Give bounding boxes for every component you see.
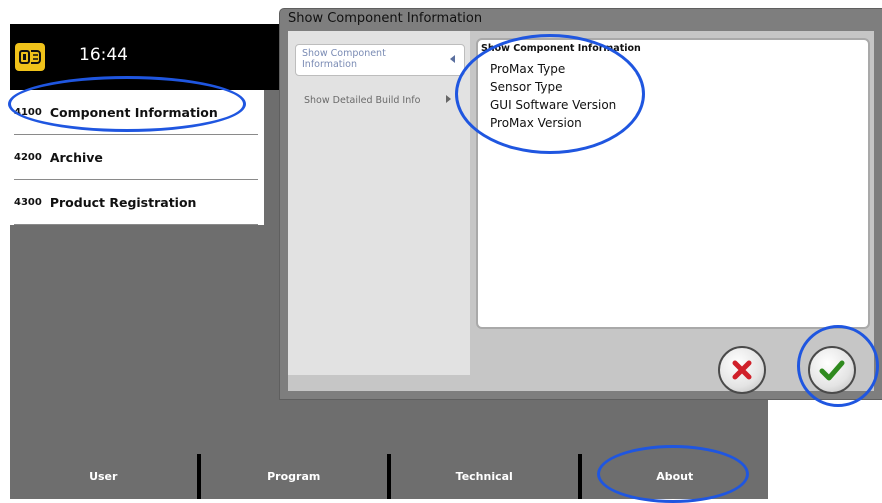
- ok-button[interactable]: [808, 346, 856, 394]
- dialog-title: Show Component Information: [288, 11, 483, 26]
- clock: 16:44: [79, 45, 128, 65]
- info-line: GUI Software Version: [490, 98, 617, 112]
- cancel-button[interactable]: [718, 346, 766, 394]
- info-line: ProMax Type: [490, 62, 566, 76]
- info-panel: Show Component Information ProMax Type S…: [476, 38, 870, 329]
- tab-user[interactable]: User: [10, 454, 201, 499]
- menu-item-archive[interactable]: 4200 Archive: [14, 135, 258, 180]
- info-title: Show Component Information: [481, 43, 641, 54]
- menu-item-label: Archive: [49, 149, 103, 165]
- close-icon: [732, 360, 752, 380]
- menu-item-label: Product Registration: [49, 194, 197, 210]
- settings-menu: 4100 Component Information 4200 Archive …: [10, 90, 264, 225]
- info-line: ProMax Version: [490, 116, 582, 130]
- dialog-nav-panel: Show Component Information Show Detailed…: [288, 31, 470, 375]
- nav-item-label: Show Component Information: [302, 48, 386, 70]
- dialog-body: Show Component Information Show Detailed…: [288, 31, 874, 394]
- arrow-left-icon: [450, 55, 455, 63]
- tab-technical[interactable]: Technical: [391, 454, 582, 499]
- planmeca-logo-icon: [15, 43, 45, 71]
- menu-item-code: 4300: [14, 196, 42, 208]
- menu-item-code: 4100: [14, 106, 42, 118]
- menu-item-product-registration[interactable]: 4300 Product Registration: [14, 180, 258, 225]
- checkmark-icon: [819, 360, 845, 381]
- nav-item-label: Show Detailed Build Info: [304, 95, 421, 106]
- info-list: ProMax Type Sensor Type GUI Software Ver…: [490, 60, 616, 132]
- nav-item-show-component-information[interactable]: Show Component Information: [295, 44, 465, 76]
- bottom-tab-bar: User Program Technical About: [10, 454, 768, 499]
- menu-item-component-information[interactable]: 4100 Component Information: [14, 90, 258, 135]
- tab-program[interactable]: Program: [201, 454, 391, 499]
- nav-item-show-detailed-build-info[interactable]: Show Detailed Build Info: [295, 93, 463, 123]
- component-info-dialog: Show Component Information Show Componen…: [280, 9, 882, 399]
- menu-item-label: Component Information: [49, 104, 218, 120]
- info-line: Sensor Type: [490, 80, 563, 94]
- arrow-right-icon: [446, 95, 451, 103]
- tab-about[interactable]: About: [582, 454, 769, 499]
- menu-item-code: 4200: [14, 151, 42, 163]
